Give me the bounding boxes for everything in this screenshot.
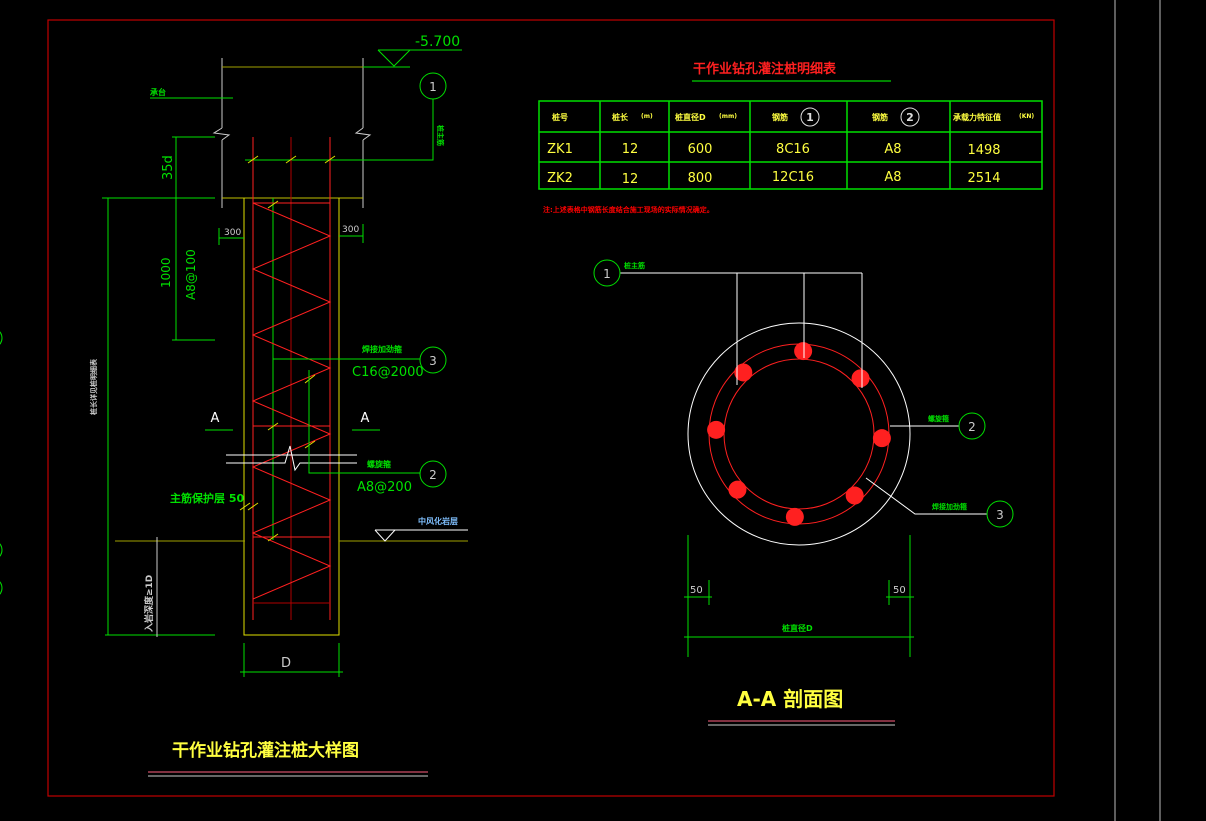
elevation-symbol	[377, 49, 412, 67]
svg-text:8C16: 8C16	[776, 142, 810, 157]
rock-level-symbol	[374, 529, 396, 542]
svg-text:A8: A8	[884, 170, 901, 185]
main-rebar	[845, 486, 864, 505]
header-rebar2: 钢筋	[872, 112, 888, 122]
table-row: ZK2 12 800 12C16 A8 2514	[547, 170, 1000, 187]
section-rebar3-label: 焊接加劲箍	[932, 502, 967, 511]
svg-text:2: 2	[968, 420, 976, 434]
svg-text:ZK1: ZK1	[547, 142, 573, 157]
detail-title: 干作业钻孔灌注桩大样图	[172, 740, 359, 761]
header-pile-no: 桩号	[552, 112, 568, 122]
table-header-row: 桩号 桩长 (m) 桩直径D (mm) 钢筋 1 钢筋 2 承载力特征值 (KN…	[552, 107, 1034, 127]
main-rebar	[872, 429, 891, 448]
cover-dim-right: 50	[893, 585, 906, 596]
header-capacity: 承载力特征值	[953, 112, 1001, 122]
svg-text:3: 3	[429, 354, 437, 368]
offscreen-marker	[0, 581, 3, 595]
rebar2-spec: A8@200	[357, 480, 412, 495]
svg-text:(m): (m)	[641, 113, 653, 120]
pile-length-label: 桩长详见桩明细表	[89, 358, 98, 415]
dim-1000: 1000	[159, 257, 173, 288]
table-note: 注:上述表格中钢筋长度结合施工现场的实际情况确定。	[543, 205, 714, 214]
drawing-frame	[47, 19, 1055, 797]
rebar3-spec: C16@2000	[352, 365, 424, 380]
table-title: 干作业钻孔灌注桩明细表	[693, 61, 837, 77]
offscreen-marker	[0, 543, 3, 557]
rebar1-label: 桩主筋	[436, 125, 445, 146]
embed-label: 入岩深度≥1D	[143, 575, 155, 633]
svg-text:ZK2: ZK2	[547, 171, 573, 186]
svg-text:2514: 2514	[967, 171, 1000, 186]
svg-text:(KN): (KN)	[1019, 113, 1034, 120]
svg-text:1498: 1498	[967, 143, 1000, 158]
rebar2-label: 螺旋箍	[367, 459, 391, 469]
pile-detail: -5.700 承台 1 桩主筋 35d 1000 A8@100 桩长详见桩明细表	[89, 34, 468, 777]
cap-label: 承台	[150, 87, 166, 97]
section-mark-a-left: A	[211, 411, 220, 426]
main-rebar	[851, 369, 870, 388]
svg-text:600: 600	[688, 142, 713, 157]
svg-text:3: 3	[996, 508, 1004, 522]
section-rebar1-label: 桩主筋	[624, 261, 645, 270]
pile-schedule-table: 干作业钻孔灌注桩明细表 桩号 桩长 (m) 桩直径D (mm) 钢筋 1 钢筋 …	[538, 61, 1043, 214]
cover-dim-left: 50	[690, 585, 703, 596]
svg-text:2: 2	[429, 468, 437, 482]
svg-text:12C16: 12C16	[772, 170, 814, 185]
dim-300-left: 300	[224, 228, 241, 238]
main-rebar	[794, 342, 813, 361]
svg-text:12: 12	[622, 172, 639, 187]
svg-text:(mm): (mm)	[719, 113, 737, 120]
svg-text:12: 12	[622, 142, 639, 157]
dim-300-right: 300	[342, 225, 359, 235]
cad-drawing-canvas[interactable]: -5.700 承台 1 桩主筋 35d 1000 A8@100 桩长详见桩明细表	[0, 0, 1206, 821]
section-diameter-label: 桩直径D	[782, 623, 813, 633]
svg-text:1: 1	[806, 111, 814, 124]
cover-label: 主筋保护层 50	[170, 491, 244, 505]
section-title: A-A 剖面图	[737, 687, 843, 711]
svg-text:A8: A8	[884, 142, 901, 157]
section-rebar2-label: 螺旋箍	[928, 414, 949, 423]
dim-35d: 35d	[161, 155, 176, 180]
svg-text:800: 800	[688, 171, 713, 186]
elevation-value: -5.700	[415, 34, 460, 50]
main-rebar	[785, 507, 804, 526]
offscreen-marker	[0, 331, 3, 345]
header-rebar1: 钢筋	[772, 112, 788, 122]
header-length: 桩长	[612, 112, 629, 122]
rock-label: 中风化岩层	[418, 516, 458, 526]
dense-stirrup-spec: A8@100	[184, 249, 198, 300]
main-rebar	[707, 420, 726, 439]
dim-d: D	[281, 656, 291, 671]
svg-text:2: 2	[906, 111, 914, 124]
rebar3-label: 焊接加劲箍	[362, 344, 402, 354]
header-diameter: 桩直径D	[675, 112, 706, 122]
table-row: ZK1 12 600 8C16 A8 1498	[547, 142, 1000, 158]
svg-text:1: 1	[603, 267, 611, 281]
main-rebar	[728, 480, 747, 499]
section-mark-a-right: A	[361, 411, 370, 426]
svg-text:1: 1	[429, 80, 437, 94]
section-a-a: 1 桩主筋 2 螺旋箍 3 焊接加劲箍 50 50 桩直径D A-A 剖面图	[593, 259, 1014, 726]
